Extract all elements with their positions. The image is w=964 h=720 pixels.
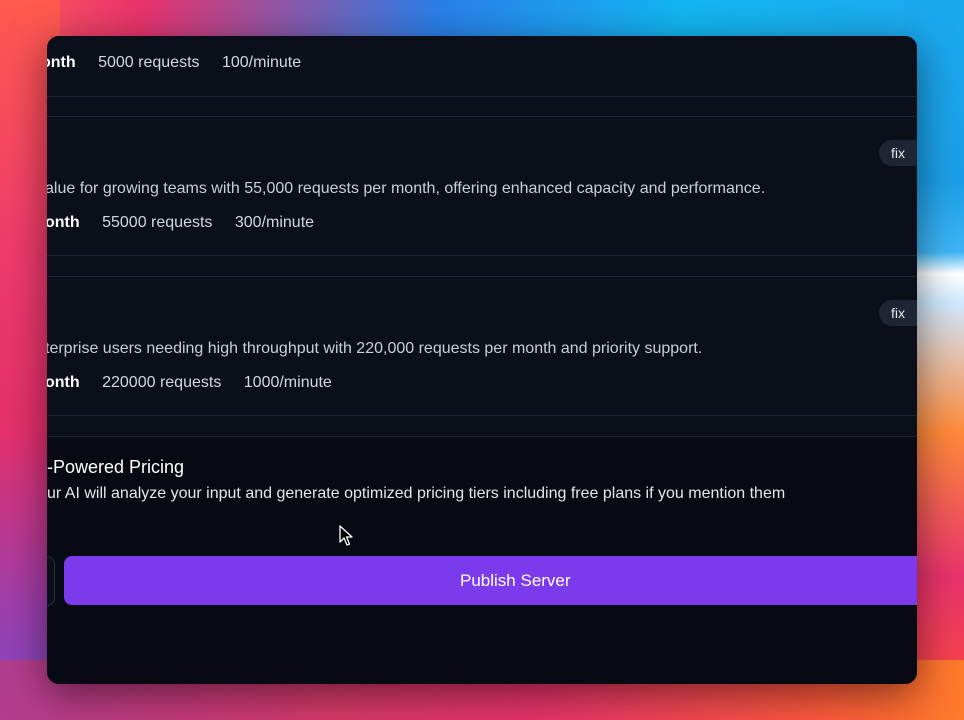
tier-period: onth: [47, 214, 80, 231]
tier-meta: onth 55000 requests 300/minute: [47, 214, 332, 232]
tier-period: onth: [47, 374, 80, 391]
tier-rate-limit: 1000/minute: [243, 374, 332, 391]
tier-description: terprise users needing high throughput w…: [47, 340, 703, 357]
window-bottom-area: [47, 636, 917, 684]
pricing-tier-card[interactable]: fix terprise users needing high throughp…: [47, 276, 917, 416]
tier-rate-limit: 100/minute: [221, 54, 302, 71]
tier-type-badge: fix: [879, 300, 917, 326]
publish-server-window: onth 5000 requests 100/minute fix alue f…: [47, 36, 917, 684]
tier-requests: 55000 requests: [102, 214, 213, 231]
ai-pricing-title: -Powered Pricing: [47, 457, 185, 477]
publish-server-button[interactable]: Publish Server: [64, 556, 917, 605]
pricing-tier-card[interactable]: fix alue for growing teams with 55,000 r…: [47, 116, 917, 256]
pricing-tier-card[interactable]: onth 5000 requests 100/minute: [47, 36, 917, 97]
tier-requests: 5000 requests: [98, 54, 200, 71]
tier-rate-limit: 300/minute: [234, 214, 315, 231]
ai-pricing-description: ur AI will analyze your input and genera…: [47, 485, 786, 502]
tier-meta: onth 220000 requests 1000/minute: [47, 374, 350, 392]
back-button[interactable]: [47, 556, 55, 606]
ai-pricing-info: -Powered Pricing ur AI will analyze your…: [47, 436, 917, 528]
tier-type-badge: fix: [879, 140, 917, 166]
tier-period: onth: [47, 54, 76, 71]
tier-requests: 220000 requests: [102, 374, 222, 391]
mouse-pointer-icon: [339, 525, 353, 546]
tier-description: alue for growing teams with 55,000 reque…: [47, 180, 766, 197]
tier-meta: onth 5000 requests 100/minute: [47, 54, 319, 72]
footer-actions: Publish Server: [47, 526, 917, 637]
